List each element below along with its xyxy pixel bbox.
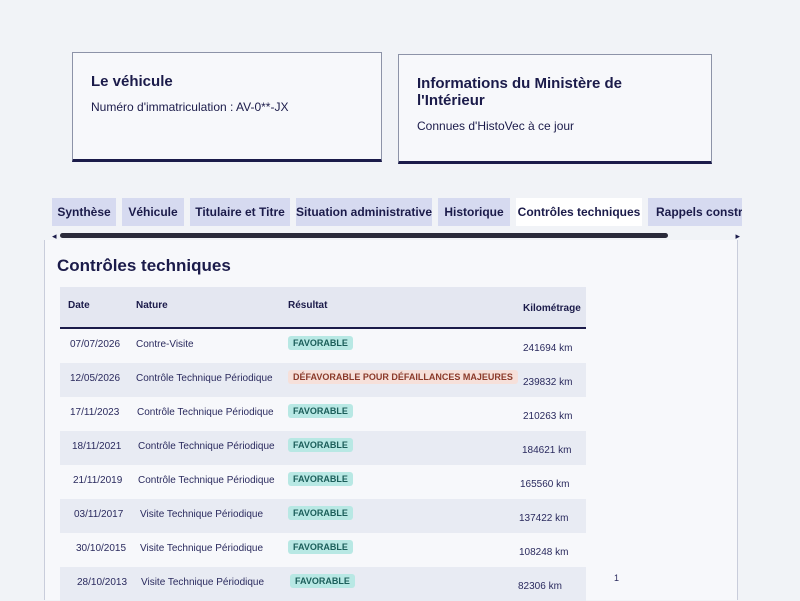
- row-mileage: 108248 km: [519, 547, 569, 558]
- ministry-card-title: Informations du Ministère de l'Intérieur: [417, 75, 623, 109]
- row-mileage: 165560 km: [520, 479, 570, 490]
- inspections-table: Date Nature Résultat Kilométrage 07/07/2…: [60, 287, 586, 601]
- result-badge: FAVORABLE: [288, 438, 353, 452]
- section-title: Contrôles techniques: [57, 256, 231, 275]
- header-date: Date: [68, 300, 90, 311]
- tab-rappels-constructeur[interactable]: Rappels constructeur: [648, 198, 742, 226]
- table-header: Date Nature Résultat Kilométrage: [60, 287, 586, 329]
- tab-synthese[interactable]: Synthèse: [52, 198, 116, 226]
- result-badge: FAVORABLE: [288, 506, 353, 520]
- table-row: 18/11/2021 Contrôle Technique Périodique…: [60, 431, 586, 465]
- row-nature: Contrôle Technique Périodique: [136, 373, 273, 384]
- result-badge: FAVORABLE: [288, 472, 353, 486]
- ministry-card-subtitle: Connues d'HistoVec à ce jour: [417, 119, 575, 133]
- tab-scrollbar[interactable]: ◂ ▸: [52, 231, 742, 241]
- vehicle-card-title: Le véhicule: [91, 73, 173, 90]
- table-row: 21/11/2019 Contrôle Technique Périodique…: [60, 465, 586, 499]
- header-nature: Nature: [136, 300, 168, 311]
- tab-historique[interactable]: Historique: [438, 198, 510, 226]
- row-date: 28/10/2013: [77, 577, 128, 588]
- ministry-card: Informations du Ministère de l'Intérieur…: [398, 54, 712, 164]
- result-badge: FAVORABLE: [290, 574, 355, 588]
- row-mileage: 184621 km: [522, 445, 572, 456]
- tab-titulaire-titre[interactable]: Titulaire et Titre: [190, 198, 290, 226]
- row-mileage: 137422 km: [519, 513, 569, 524]
- row-mileage: 210263 km: [523, 411, 573, 422]
- tab-situation-administrative[interactable]: Situation administrative: [296, 198, 432, 226]
- header-mileage: Kilométrage: [523, 303, 581, 314]
- row-nature: Visite Technique Périodique: [140, 509, 264, 520]
- row-mileage: 239832 km: [523, 377, 573, 388]
- row-date: 03/11/2017: [74, 509, 124, 520]
- row-date: 18/11/2021: [72, 441, 122, 452]
- row-date: 12/05/2026: [70, 373, 121, 384]
- vehicle-card: Le véhicule Numéro d'immatriculation : A…: [72, 52, 382, 162]
- row-nature: Contre-Visite: [136, 339, 194, 350]
- result-badge: FAVORABLE: [288, 404, 353, 418]
- row-date: 30/10/2015: [76, 543, 127, 554]
- row-mileage: 241694 km: [523, 343, 573, 354]
- row-nature: Visite Technique Périodique: [140, 543, 264, 554]
- tab-controles-techniques[interactable]: Contrôles techniques: [516, 198, 642, 226]
- row-date: 21/11/2019: [73, 475, 123, 486]
- plate-number: Numéro d'immatriculation : AV-0**-JX: [91, 100, 289, 114]
- row-nature: Contrôle Technique Périodique: [138, 441, 275, 452]
- header-result: Résultat: [288, 300, 328, 311]
- table-row: 03/11/2017 Visite Technique Périodique F…: [60, 499, 586, 533]
- result-badge: FAVORABLE: [288, 540, 353, 554]
- row-marker: 1: [614, 573, 620, 583]
- table-row: 28/10/2013 Visite Technique Périodique F…: [60, 567, 586, 601]
- scroll-thumb[interactable]: [60, 233, 668, 238]
- result-badge: FAVORABLE: [288, 336, 353, 350]
- tab-bar: Synthèse Véhicule Titulaire et Titre Sit…: [52, 198, 742, 230]
- row-date: 07/07/2026: [70, 339, 121, 350]
- row-mileage: 82306 km: [518, 581, 562, 592]
- table-row: 17/11/2023 Contrôle Technique Périodique…: [60, 397, 586, 431]
- row-date: 17/11/2023: [70, 407, 120, 418]
- table-row: 12/05/2026 Contrôle Technique Périodique…: [60, 363, 586, 397]
- row-nature: Contrôle Technique Périodique: [138, 475, 275, 486]
- row-nature: Contrôle Technique Périodique: [137, 407, 274, 418]
- table-row: 30/10/2015 Visite Technique Périodique F…: [60, 533, 586, 567]
- table-row: 07/07/2026 Contre-Visite FAVORABLE 24169…: [60, 329, 586, 363]
- result-badge: DÉFAVORABLE POUR DÉFAILLANCES MAJEURES: [288, 370, 518, 384]
- row-nature: Visite Technique Périodique: [141, 577, 265, 588]
- tab-vehicule[interactable]: Véhicule: [122, 198, 184, 226]
